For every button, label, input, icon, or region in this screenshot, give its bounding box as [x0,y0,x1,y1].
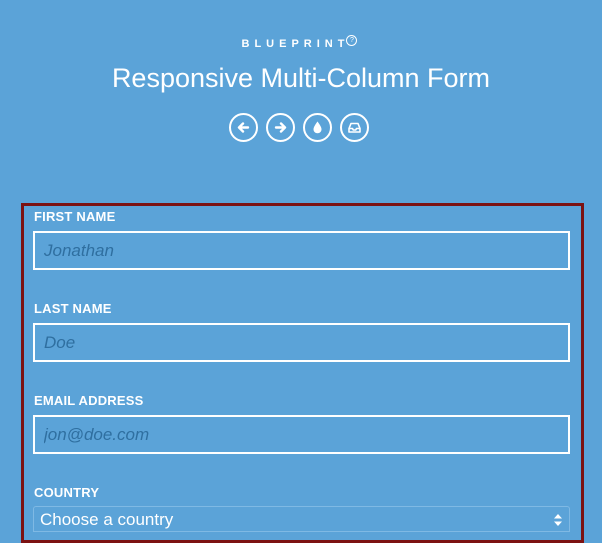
country-label: COUNTRY [34,485,100,500]
page-title: Responsive Multi-Column Form [111,63,491,93]
email-field[interactable] [33,415,570,454]
inbox-icon[interactable] [340,113,369,142]
brand-name: BLUEPRINT [241,38,350,50]
last-name-field[interactable] [33,323,570,362]
country-select[interactable]: Choose a country [33,506,570,532]
select-arrows-icon [554,514,562,526]
first-name-field[interactable] [33,231,570,270]
drop-icon[interactable] [303,113,332,142]
demo-nav-icons [229,113,374,145]
next-demo-icon[interactable] [266,113,295,142]
previous-demo-icon[interactable] [229,113,258,142]
first-name-label: FIRST NAME [34,209,116,224]
email-label: EMAIL ADDRESS [34,393,144,408]
country-select-value: Choose a country [40,510,174,529]
brand-mark-icon: ? [346,35,358,46]
last-name-label: LAST NAME [34,301,112,316]
brand-logo: BLUEPRINT? [0,35,602,51]
